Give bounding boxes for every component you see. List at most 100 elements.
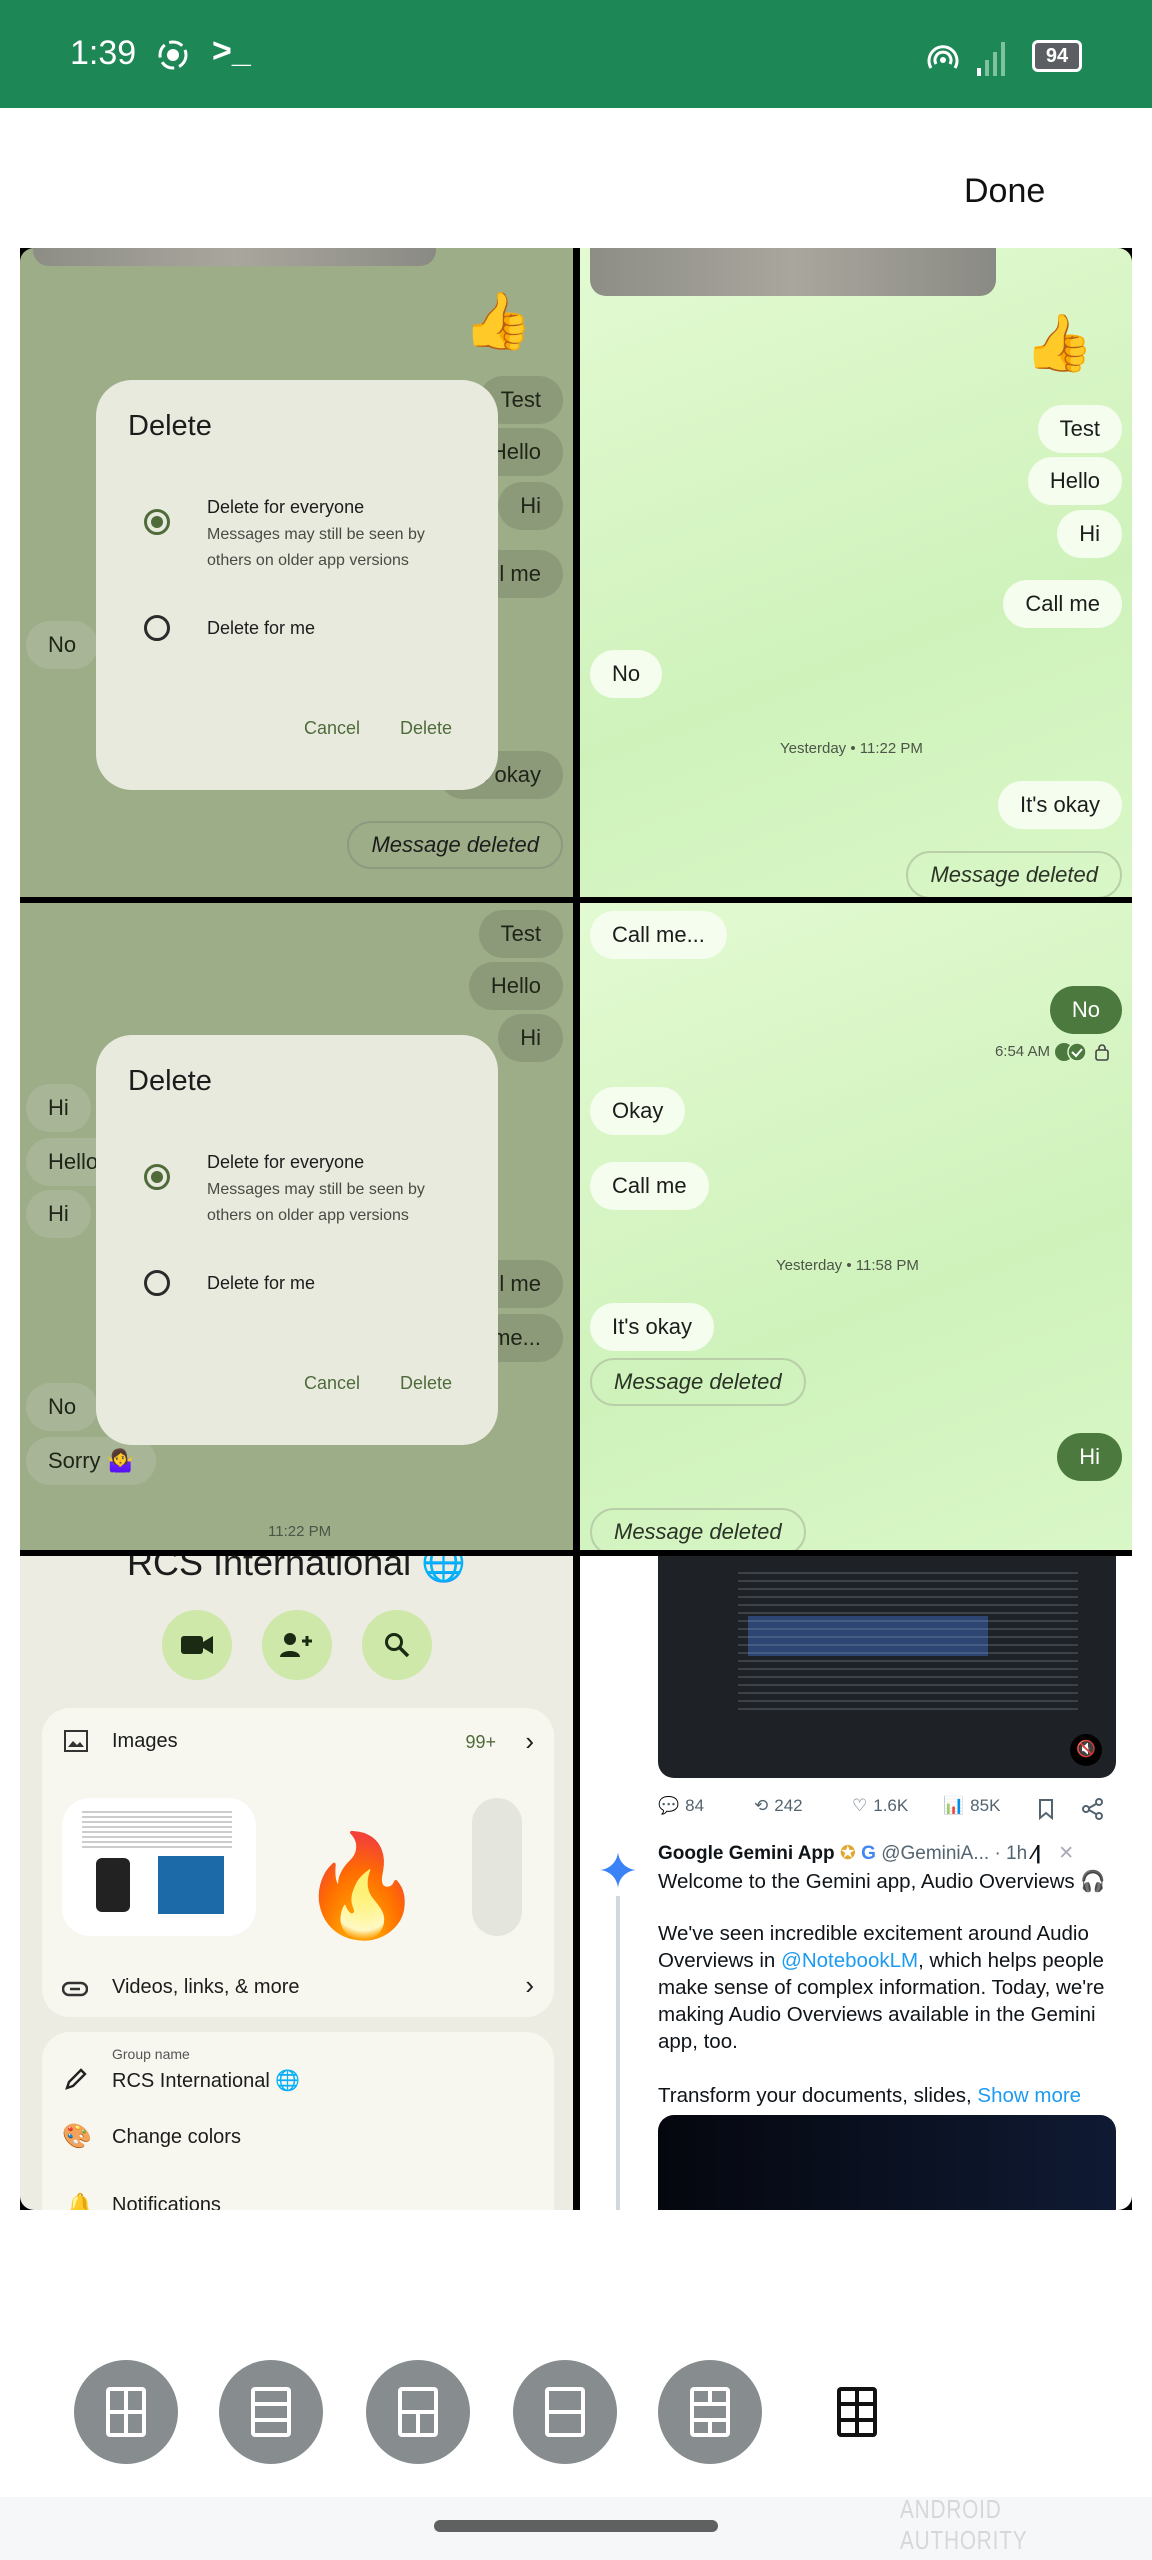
message-bubble[interactable]: Hi xyxy=(26,1190,91,1238)
message-bubble[interactable]: Test xyxy=(1037,405,1122,453)
deleted-message[interactable]: Message deleted xyxy=(347,821,563,869)
radio-delete-for-me[interactable] xyxy=(144,1270,170,1296)
tweet-text: Transform your documents, slides, xyxy=(658,2084,978,2107)
radio-delete-for-everyone[interactable] xyxy=(144,1164,170,1190)
message-bubble[interactable]: Hi xyxy=(1057,510,1122,558)
screenshot-panel-2[interactable]: 👍 Test Hello Hi Call me No Yesterday • 1… xyxy=(580,248,1132,897)
tweet-video[interactable]: 🔇 xyxy=(658,1556,1116,1778)
message-bubble[interactable]: No xyxy=(26,621,99,669)
message-bubble[interactable]: Hello xyxy=(468,962,563,1010)
show-more-link[interactable]: Show more xyxy=(977,2084,1081,2107)
layout-option-rows-2[interactable] xyxy=(513,2360,617,2464)
status-bar: 1:39 >_ 94 xyxy=(0,0,1152,108)
add-people-button[interactable] xyxy=(262,1610,332,1680)
grok-icon[interactable]: ⁄| xyxy=(1032,1843,1041,1864)
gemini-star-avatar[interactable] xyxy=(600,1852,636,1888)
cancel-button[interactable]: Cancel xyxy=(304,718,360,739)
photo-thumbnail xyxy=(33,248,436,266)
reply-count[interactable]: 💬 84 xyxy=(658,1796,704,1816)
layout-option-grid-2x2[interactable] xyxy=(74,2360,178,2464)
images-row[interactable]: Images xyxy=(112,1730,178,1753)
images-count: 99+ xyxy=(465,1732,496,1752)
message-bubble[interactable]: It's okay xyxy=(997,781,1122,829)
option-label[interactable]: Delete for me xyxy=(207,1273,315,1294)
clock: 1:39 xyxy=(70,34,137,72)
message-bubble[interactable]: Hello xyxy=(1027,457,1122,505)
close-icon[interactable]: ✕ xyxy=(1058,1843,1074,1864)
repost-count[interactable]: ⟲ 242 xyxy=(754,1796,803,1816)
settings-card: Group name RCS International 🌐 🎨 Change … xyxy=(42,2032,554,2210)
message-bubble[interactable]: It's okay xyxy=(590,1303,715,1351)
chevron-right-icon[interactable]: › xyxy=(525,1970,534,2001)
change-colors-row[interactable]: Change colors xyxy=(112,2126,241,2149)
record-icon xyxy=(158,40,188,70)
image-thumbnail[interactable] xyxy=(62,1798,256,1936)
like-count[interactable]: ♡ 1.6K xyxy=(852,1796,908,1816)
message-bubble[interactable]: Call me... xyxy=(590,911,727,959)
videos-links-row[interactable]: Videos, links, & more xyxy=(112,1976,300,1999)
mention-link[interactable]: @NotebookLM xyxy=(781,1949,918,1972)
message-bubble[interactable]: Hi xyxy=(26,1084,91,1132)
option-label[interactable]: Delete for everyone xyxy=(207,497,364,518)
message-bubble[interactable]: Call me xyxy=(590,1162,709,1210)
message-bubble[interactable]: No xyxy=(590,650,663,698)
views-chart-icon: 📊 xyxy=(943,1796,965,1815)
search-icon xyxy=(385,1633,410,1658)
lock-icon xyxy=(1095,1044,1109,1061)
video-call-button[interactable] xyxy=(162,1610,232,1680)
layout-option-rows-3[interactable] xyxy=(219,2360,323,2464)
sent-time: 6:54 AM xyxy=(994,1043,1050,1060)
message-bubble[interactable]: No xyxy=(26,1383,99,1431)
search-button[interactable] xyxy=(362,1610,432,1680)
mute-icon[interactable]: 🔇 xyxy=(1070,1734,1102,1766)
screenshot-panel-4[interactable]: Call me... No 6:54 AM Okay Call me Yeste… xyxy=(580,903,1132,1550)
rows-3-icon xyxy=(251,2387,291,2437)
author-name[interactable]: Google Gemini App xyxy=(658,1843,835,1864)
delete-button[interactable]: Delete xyxy=(400,1373,452,1394)
group-name-value[interactable]: RCS International 🌐 xyxy=(112,2068,300,2093)
link-icon xyxy=(62,1981,88,1997)
message-bubble[interactable]: Hi xyxy=(498,482,563,530)
dialog-title: Delete xyxy=(128,1065,212,1097)
message-bubble[interactable]: Okay xyxy=(590,1087,686,1135)
radio-delete-for-everyone[interactable] xyxy=(144,509,170,535)
message-bubble[interactable]: Hi xyxy=(498,1014,563,1062)
deleted-message[interactable]: Message deleted xyxy=(590,1358,806,1406)
option-label[interactable]: Delete for me xyxy=(207,618,315,639)
sent-bubble[interactable]: Hi xyxy=(1057,1433,1122,1481)
rows-2-icon xyxy=(545,2387,585,2437)
message-bubble[interactable]: Call me xyxy=(1003,580,1122,628)
done-button[interactable]: Done xyxy=(964,172,1045,211)
reply-count-value: 84 xyxy=(685,1796,705,1815)
cancel-button[interactable]: Cancel xyxy=(304,1373,360,1394)
layout-option-top-split[interactable] xyxy=(366,2360,470,2464)
option-label[interactable]: Delete for everyone xyxy=(207,1152,364,1173)
author-handle: @GeminiA... xyxy=(881,1843,990,1864)
bookmark-icon[interactable] xyxy=(1038,1798,1054,1820)
pencil-icon xyxy=(65,2068,87,2090)
screenshot-panel-1[interactable]: 👍 Test Hello Hi Call me No It's okay Mes… xyxy=(20,248,573,897)
share-icon[interactable] xyxy=(1082,1798,1104,1820)
layout-option-grid-3x2-selected[interactable] xyxy=(805,2360,909,2464)
screenshot-panel-6[interactable]: 🔇 💬 84 ⟲ 242 ♡ 1.6K 📊 85K Google Gemini App … xyxy=(580,1556,1132,2210)
message-bubble[interactable]: Test xyxy=(478,910,563,958)
notifications-row[interactable]: Notifications xyxy=(112,2194,221,2210)
chevron-right-icon[interactable]: › xyxy=(525,1726,534,1757)
delete-button[interactable]: Delete xyxy=(400,718,452,739)
radio-delete-for-me[interactable] xyxy=(144,615,170,641)
sent-bubble[interactable]: No xyxy=(1049,986,1122,1034)
deleted-message[interactable]: Message deleted xyxy=(590,1508,806,1550)
thread-line xyxy=(616,1896,620,2210)
view-count[interactable]: 📊 85K xyxy=(943,1796,1000,1816)
elmo-fire-gif[interactable]: 🔥 xyxy=(264,1798,460,1936)
image-thumbnail[interactable] xyxy=(472,1798,522,1936)
screenshot-panel-3[interactable]: Test Hello Hi Hi Hello Hi Call me Call m… xyxy=(20,903,573,1550)
deleted-message[interactable]: Message deleted xyxy=(906,851,1122,897)
palette-icon: 🎨 xyxy=(62,2123,92,2150)
screenshot-panel-5[interactable]: RCS International 🌐 Images 99+ › 🔥 Video… xyxy=(20,1556,573,2210)
tweet-line: Welcome to the Gemini app, Audio Overvie… xyxy=(658,1870,1106,1893)
repost-icon: ⟲ xyxy=(754,1796,769,1815)
layout-option-mixed[interactable] xyxy=(658,2360,762,2464)
gesture-handle[interactable] xyxy=(434,2520,718,2532)
tweet-media[interactable] xyxy=(658,2115,1116,2210)
